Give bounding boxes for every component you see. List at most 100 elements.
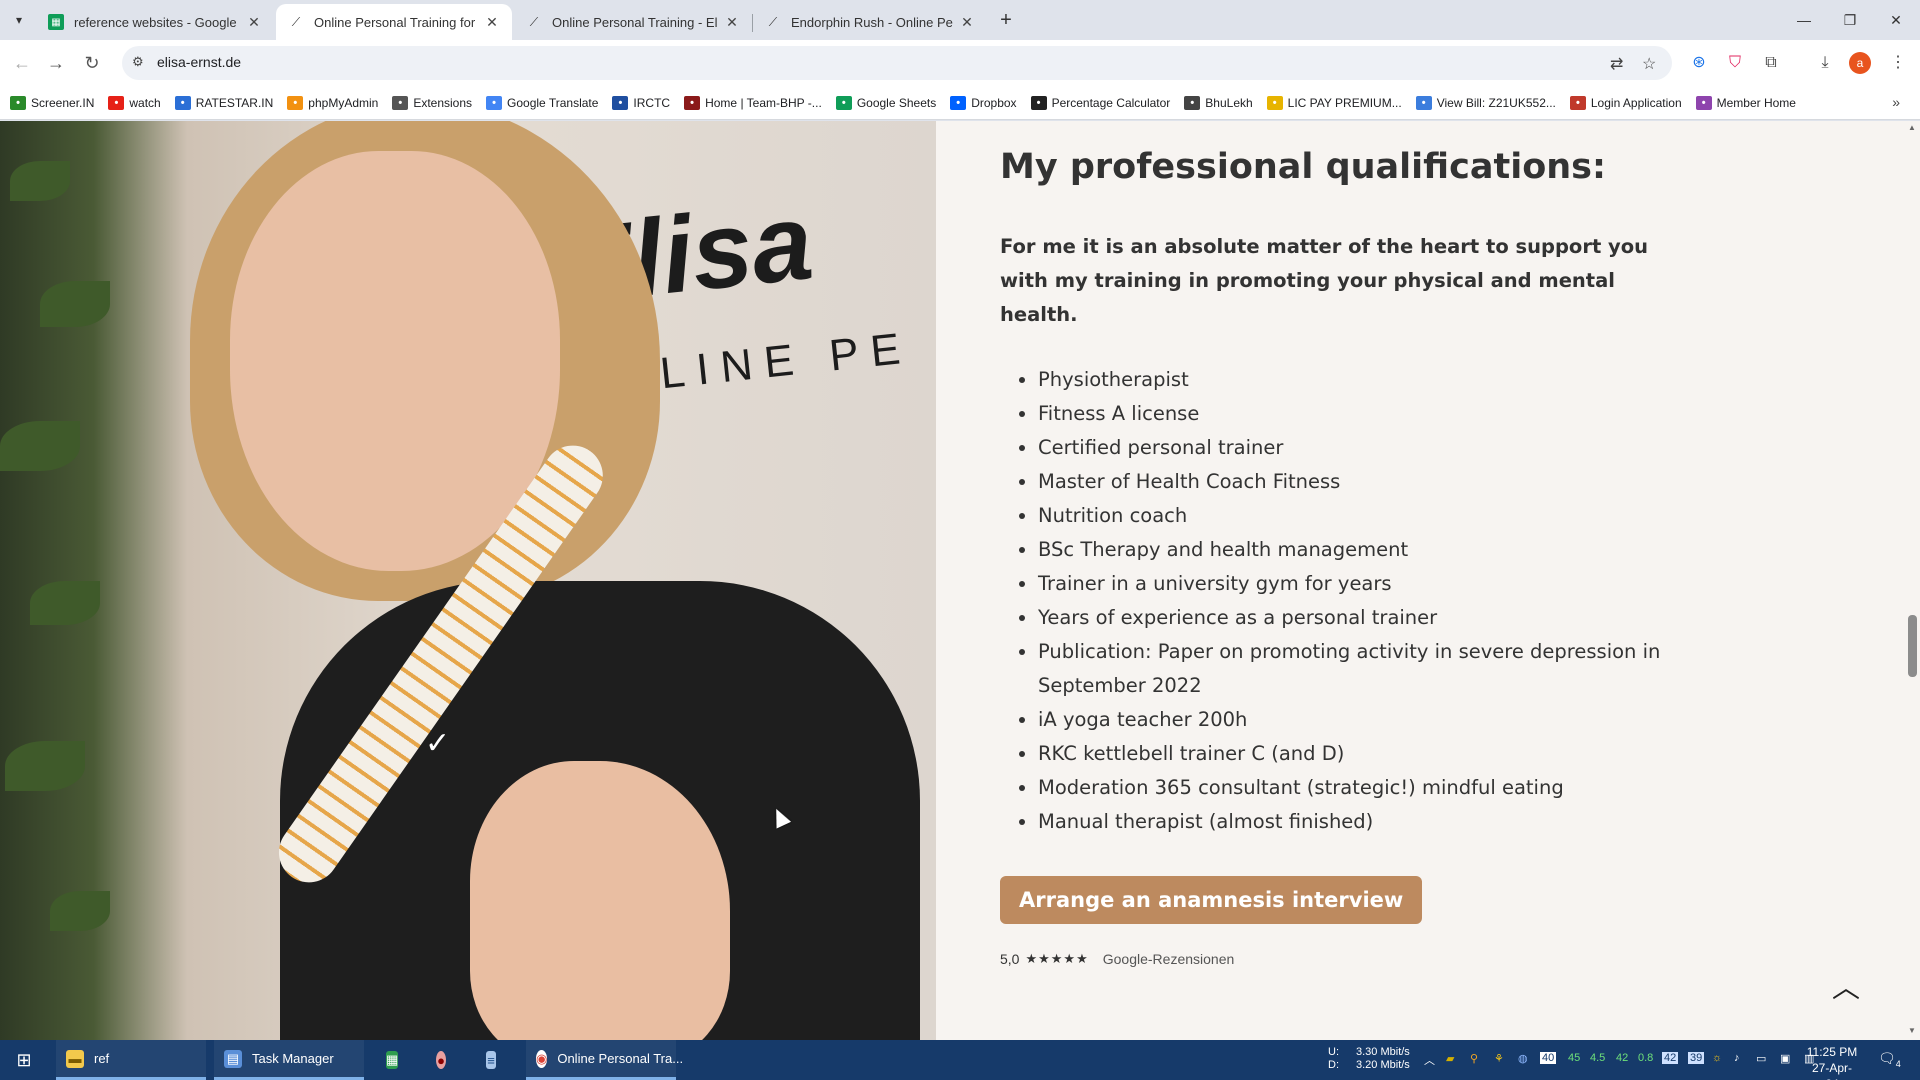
- taskbar-item-chrome[interactable]: ◉ Online Personal Tra...: [526, 1040, 683, 1080]
- tray-value-0: 40: [1540, 1052, 1557, 1064]
- tray-value-1: 45: [1568, 1052, 1581, 1064]
- download-icon[interactable]: ⤓: [1811, 49, 1839, 77]
- close-icon[interactable]: ✕: [246, 14, 262, 31]
- taskbar-item-task-manager[interactable]: ▤ Task Manager: [214, 1040, 364, 1080]
- tab-title: Endorphin Rush - Online Persor: [791, 14, 953, 30]
- lic-icon: •: [1266, 95, 1283, 110]
- chrome-icon: ◉: [536, 1049, 548, 1068]
- sheets-icon: ▦: [48, 14, 64, 30]
- bookmark-item[interactable]: • Google Sheets: [835, 95, 936, 110]
- clock-date: 27-Apr-24: [1811, 1061, 1852, 1080]
- network-icon[interactable]: ▣: [1780, 1052, 1790, 1065]
- translate-icon[interactable]: ⇄: [1610, 54, 1623, 74]
- menu-kebab-icon[interactable]: ⋮: [1884, 49, 1912, 77]
- bookmark-item[interactable]: • phpMyAdmin: [287, 95, 378, 110]
- bookmark-item[interactable]: • IRCTC: [612, 95, 670, 110]
- bookmark-item[interactable]: • LIC PAY PREMIUM...: [1266, 95, 1402, 110]
- download-label: D:: [1328, 1059, 1339, 1071]
- tab-title: reference websites - Google Sh: [74, 14, 240, 30]
- tab-reference-websites[interactable]: ▦ reference websites - Google Sh ✕: [36, 4, 274, 40]
- tab-search-dropdown[interactable]: ▾: [6, 8, 32, 32]
- bookmarks-overflow-icon[interactable]: »: [1892, 94, 1900, 110]
- scroll-down-icon[interactable]: ▼: [1908, 1026, 1916, 1035]
- tray-expand-icon[interactable]: ︿: [1424, 1052, 1435, 1068]
- spreadsheet-icon: ▦: [386, 1051, 399, 1069]
- plant-leaf: [40, 281, 110, 327]
- url-text[interactable]: elisa-ernst.de: [157, 54, 241, 70]
- profile-avatar[interactable]: a: [1849, 52, 1871, 74]
- taskbar-item-app[interactable]: ●: [426, 1040, 466, 1080]
- notepad-icon: ≡: [486, 1051, 496, 1069]
- google-rating[interactable]: 5,0 ★★★★★ Google-Rezensionen: [1000, 951, 1234, 967]
- list-item: Trainer in a university gym for years: [1038, 567, 1718, 601]
- tray-search-icon[interactable]: ⚲: [1470, 1052, 1478, 1065]
- list-item: Years of experience as a personal traine…: [1038, 601, 1718, 635]
- bookmark-label: Screener.IN: [31, 95, 95, 110]
- start-button[interactable]: ⊞: [0, 1040, 48, 1080]
- volume-icon[interactable]: ♪: [1734, 1052, 1740, 1064]
- close-window-button[interactable]: ✕: [1876, 6, 1916, 34]
- list-item: Moderation 365 consultant (strategic!) m…: [1038, 771, 1718, 805]
- taskbar-item-notepad[interactable]: ≡: [476, 1040, 516, 1080]
- sheets-icon: •: [835, 95, 852, 110]
- extension-icon[interactable]: ⊛: [1685, 49, 1713, 77]
- bookmark-item[interactable]: • Home | Team-BHP -...: [684, 95, 822, 110]
- bookmark-item[interactable]: • Member Home: [1695, 95, 1796, 110]
- bookmark-item[interactable]: • View Bill: Z21UK552...: [1415, 95, 1556, 110]
- elisa-icon: ⟋: [291, 14, 301, 29]
- close-icon[interactable]: ✕: [959, 14, 975, 31]
- puzzle-icon: •: [392, 95, 409, 110]
- rating-stars: ★★★★★: [1025, 951, 1089, 966]
- bookmark-label: Dropbox: [971, 95, 1017, 110]
- address-bar[interactable]: ⚙ elisa-ernst.de ⇄ ☆: [122, 46, 1672, 80]
- bookmark-item[interactable]: • Dropbox: [950, 95, 1017, 110]
- tray-folder-icon[interactable]: ▰: [1446, 1052, 1454, 1065]
- bookmark-item[interactable]: • BhuLekh: [1184, 95, 1253, 110]
- battery-icon[interactable]: ▭: [1756, 1052, 1766, 1065]
- bookmark-item[interactable]: • Percentage Calculator: [1030, 95, 1170, 110]
- tab-endorphin-rush[interactable]: ⟋ Endorphin Rush - Online Persor ✕: [753, 4, 987, 40]
- extensions-puzzle-icon[interactable]: ⧉: [1757, 49, 1785, 77]
- plant-leaf: [30, 581, 100, 625]
- taskbar-item-spreadsheet[interactable]: ▦: [376, 1040, 416, 1080]
- tray-app-icon[interactable]: ⚘: [1494, 1052, 1504, 1065]
- minimize-button[interactable]: —: [1784, 6, 1824, 34]
- tab-online-personal-training-active[interactable]: ⟋ Online Personal Training for W ✕: [276, 4, 512, 40]
- restore-button[interactable]: ❐: [1830, 6, 1870, 34]
- bookmark-item[interactable]: • Extensions: [392, 95, 472, 110]
- system-clock[interactable]: 11:25 PM 27-Apr-24: [1806, 1044, 1858, 1080]
- close-icon[interactable]: ✕: [724, 14, 740, 31]
- forward-button[interactable]: →: [42, 49, 70, 77]
- scrollbar-thumb[interactable]: [1908, 615, 1917, 677]
- close-icon[interactable]: ✕: [484, 14, 500, 31]
- reload-button[interactable]: ↻: [78, 49, 106, 77]
- scroll-up-icon[interactable]: ▲: [1908, 123, 1916, 132]
- bookmark-star-icon[interactable]: ☆: [1642, 54, 1656, 74]
- back-button[interactable]: ←: [8, 49, 36, 77]
- tray-globe-icon[interactable]: ◍: [1518, 1052, 1528, 1065]
- list-item: Certified personal trainer: [1038, 431, 1718, 465]
- tab-online-personal-training-elisa[interactable]: ⟋ Online Personal Training - Elisa ✕: [514, 4, 752, 40]
- elisa-icon: ⟋: [768, 14, 778, 29]
- bookmark-item[interactable]: • watch: [108, 95, 161, 110]
- new-tab-button[interactable]: +: [994, 8, 1018, 32]
- site-info-icon[interactable]: ⚙: [132, 54, 144, 70]
- back-to-top-button[interactable]: ︿: [1826, 968, 1866, 1008]
- arrange-interview-button[interactable]: Arrange an anamnesis interview: [1000, 876, 1423, 924]
- tray-value-5: 42: [1662, 1052, 1679, 1064]
- page-scrollbar[interactable]: ▲ ▼: [1905, 121, 1920, 1040]
- bookmark-item[interactable]: • Login Application: [1569, 95, 1682, 110]
- taskbar-item-ref[interactable]: ▬ ref: [56, 1040, 206, 1080]
- irctc-icon: •: [612, 95, 629, 110]
- bookmark-label: BhuLekh: [1205, 95, 1253, 110]
- rating-score: 5,0: [1000, 951, 1020, 967]
- shield-icon[interactable]: ⛉: [1721, 49, 1749, 77]
- list-item: Physiotherapist: [1038, 363, 1718, 397]
- bookmark-item[interactable]: • RATESTAR.IN: [174, 95, 273, 110]
- clock-time: 11:25 PM: [1806, 1045, 1858, 1059]
- network-speed-meter: U: 3.30 Mbit/s D: 3.20 Mbit/s: [1328, 1046, 1410, 1072]
- bookmark-item[interactable]: • Google Translate: [486, 95, 598, 110]
- tray-weather-icon[interactable]: ☼: [1712, 1052, 1722, 1064]
- notification-center-button[interactable]: 🗨4: [1878, 1050, 1901, 1069]
- bookmark-item[interactable]: • Screener.IN: [10, 95, 95, 110]
